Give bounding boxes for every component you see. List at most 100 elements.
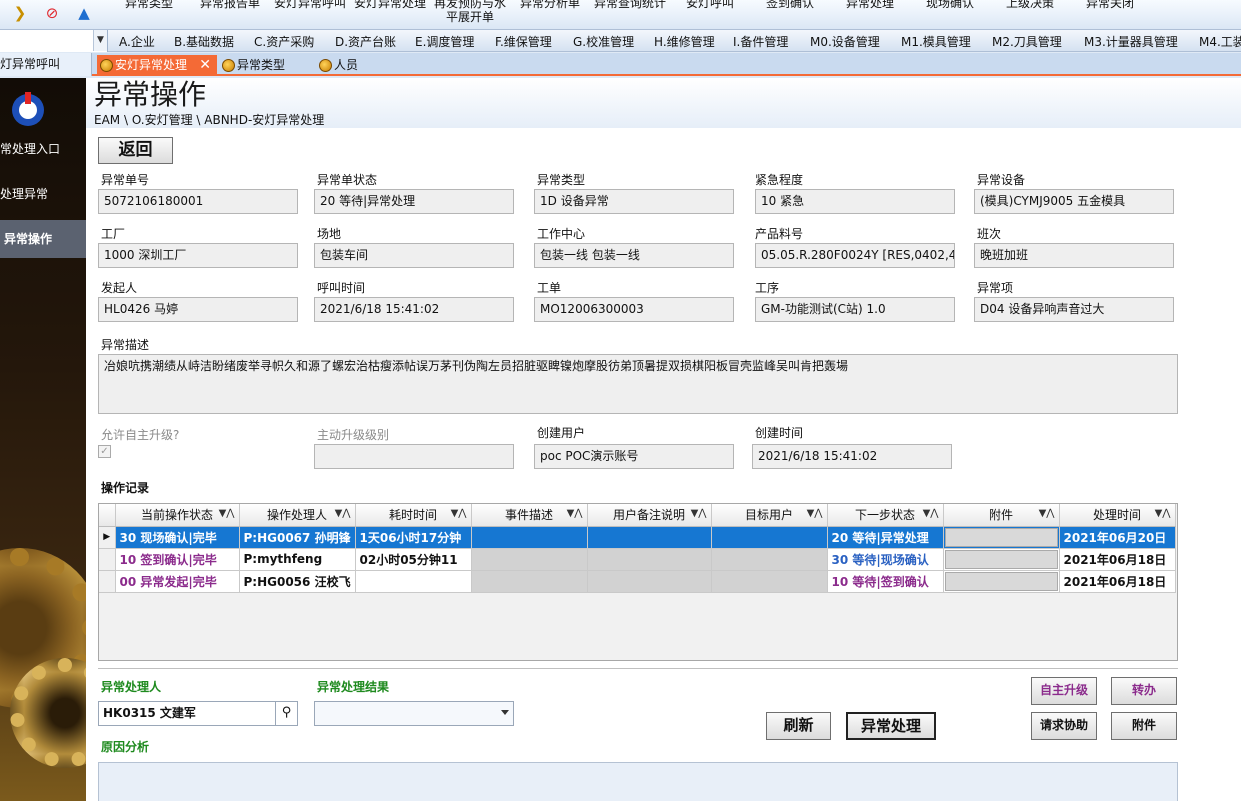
toolbar-item-decision[interactable]: 上级决策: [1006, 0, 1054, 10]
abn-item-label: 异常项: [977, 281, 1014, 295]
work-center-field[interactable]: 包装一线 包装一线: [534, 243, 734, 268]
toolbar-item-abn-stats[interactable]: 异常查询统计: [594, 0, 666, 10]
back-button[interactable]: 返回: [98, 137, 173, 164]
process-button[interactable]: 异常处理: [846, 712, 936, 740]
sidebar-item-operation[interactable]: 异常操作: [0, 220, 86, 258]
sidebar-item-entry[interactable]: 异常处理入口: [0, 130, 86, 168]
attachment-slot[interactable]: [944, 571, 1058, 591]
cell-attachment[interactable]: [943, 526, 1060, 549]
module-m0[interactable]: M0.设备管理: [810, 33, 880, 50]
handler-input[interactable]: HK0315 文建军 ⚲: [98, 701, 298, 726]
filter-icon[interactable]: ▼⋀: [691, 508, 707, 519]
column-header[interactable]: 操作处理人 ▼⋀: [239, 504, 356, 527]
toolbar-item-close[interactable]: 异常关闭: [1086, 0, 1134, 10]
reason-input[interactable]: [98, 762, 1178, 801]
module-m3[interactable]: M3.计量器具管理: [1084, 33, 1178, 50]
site-field[interactable]: 包装车间: [314, 243, 514, 268]
toolbar-item-prevention[interactable]: 再发预防与水 平展开单: [434, 0, 506, 24]
toolbar-item-andon-call[interactable]: 安灯异常呼叫: [274, 0, 346, 10]
filter-icon[interactable]: ▼⋀: [923, 508, 939, 519]
process-field[interactable]: GM-功能测试(C站) 1.0: [755, 297, 955, 322]
abn-item-field[interactable]: D04 设备异响声音过大: [974, 297, 1174, 322]
module-g[interactable]: G.校准管理: [573, 33, 634, 50]
allow-upgrade-checkbox[interactable]: ✓: [98, 445, 111, 458]
filter-icon[interactable]: ▼⋀: [219, 508, 235, 519]
column-header[interactable]: 目标用户 ▼⋀: [711, 504, 828, 527]
abn-type-field[interactable]: 1D 设备异常: [534, 189, 734, 214]
sidebar-item-pending[interactable]: 待处理异常: [0, 175, 86, 213]
table-row[interactable]: 00 异常发起|完毕 P:HG0056 汪校飞 10 等待|签到确认 2021年…: [99, 570, 1176, 593]
toolbar-item-abn-type[interactable]: 异常类型: [125, 0, 173, 10]
table-row[interactable]: 10 签到确认|完毕 P:mythfeng 02小时05分钟11 30 等待|现…: [99, 548, 1176, 571]
module-b[interactable]: B.基础数据: [174, 33, 234, 50]
home-icon[interactable]: ▲: [74, 3, 94, 23]
column-header[interactable]: 用户备注说明 ▼⋀: [587, 504, 712, 527]
abn-no-field[interactable]: 5072106180001: [98, 189, 298, 214]
chevron-down-icon[interactable]: ▼: [93, 30, 107, 51]
toolbar-item-signin[interactable]: 签到确认: [766, 0, 814, 10]
module-i[interactable]: I.备件管理: [733, 33, 788, 50]
module-e[interactable]: E.调度管理: [415, 33, 474, 50]
shift-field[interactable]: 晚班加班: [974, 243, 1174, 268]
toolbar-item-andon-shout[interactable]: 安灯呼叫: [686, 0, 734, 10]
column-header[interactable]: 当前操作状态 ▼⋀: [115, 504, 240, 527]
module-m2[interactable]: M2.刀具管理: [992, 33, 1062, 50]
module-combo[interactable]: ▼: [0, 30, 108, 52]
assist-button[interactable]: 请求协助: [1031, 712, 1097, 740]
module-m4[interactable]: M4.工装: [1199, 33, 1241, 50]
stop-icon[interactable]: ⊘: [42, 3, 62, 23]
tab-people[interactable]: 人员: [316, 55, 358, 76]
chevron-down-icon[interactable]: [501, 710, 509, 715]
create-user-field[interactable]: poc POC演示账号: [534, 444, 734, 469]
toolbar-item-andon-process[interactable]: 安灯异常处理: [354, 0, 426, 10]
arrow-icon[interactable]: ❯: [10, 3, 30, 23]
module-d[interactable]: D.资产台账: [335, 33, 396, 50]
module-f[interactable]: F.维保管理: [495, 33, 552, 50]
tab-andon-process[interactable]: 安灯异常处理 ✕: [97, 55, 218, 76]
result-select[interactable]: [314, 701, 514, 726]
product-no-field[interactable]: 05.05.R.280F0024Y [RES,0402,49: [755, 243, 955, 268]
filter-icon[interactable]: ▼⋀: [807, 508, 823, 519]
toolbar-item-process[interactable]: 异常处理: [846, 0, 894, 10]
toolbar-item-abn-analysis[interactable]: 异常分析单: [520, 0, 580, 10]
refresh-button[interactable]: 刷新: [766, 712, 831, 740]
filter-icon[interactable]: ▼⋀: [335, 508, 351, 519]
create-time-field[interactable]: 2021/6/18 15:41:02: [752, 444, 952, 469]
column-header[interactable]: 耗时时间 ▼⋀: [355, 504, 472, 527]
call-time-field[interactable]: 2021/6/18 15:41:02: [314, 297, 514, 322]
column-header[interactable]: 下一步状态 ▼⋀: [827, 504, 944, 527]
urgency-field[interactable]: 10 紧急: [755, 189, 955, 214]
column-header[interactable]: 事件描述 ▼⋀: [471, 504, 588, 527]
column-header[interactable]: 处理时间 ▼⋀: [1059, 504, 1176, 527]
factory-field[interactable]: 1000 深圳工厂: [98, 243, 298, 268]
abn-status-field[interactable]: 20 等待|异常处理: [314, 189, 514, 214]
work-order-field[interactable]: MO12006300003: [534, 297, 734, 322]
filter-icon[interactable]: ▼⋀: [1039, 508, 1055, 519]
filter-icon[interactable]: ▼⋀: [451, 508, 467, 519]
table-row[interactable]: ▶ 30 现场确认|完毕 P:HG0067 孙明锋 1天06小时17分钟 20 …: [99, 526, 1176, 549]
filter-icon[interactable]: ▼⋀: [1155, 508, 1171, 519]
module-c[interactable]: C.资产采购: [254, 33, 314, 50]
search-icon[interactable]: ⚲: [275, 702, 297, 725]
attachment-slot[interactable]: [944, 549, 1058, 569]
attachment-slot[interactable]: [944, 527, 1058, 547]
close-icon[interactable]: ✕: [199, 55, 211, 76]
self-upgrade-button[interactable]: 自主升级: [1031, 677, 1097, 705]
module-a[interactable]: A.企业: [119, 33, 155, 50]
initiator-field[interactable]: HL0426 马婷: [98, 297, 298, 322]
abn-device-field[interactable]: (模具)CYMJ9005 五金模具: [974, 189, 1174, 214]
filter-icon[interactable]: ▼⋀: [567, 508, 583, 519]
tab-andon-call[interactable]: 安灯异常呼叫: [0, 53, 92, 76]
column-header[interactable]: 附件 ▼⋀: [943, 504, 1060, 527]
toolbar-item-onsite[interactable]: 现场确认: [926, 0, 974, 10]
cell-attachment[interactable]: [943, 548, 1060, 571]
transfer-button[interactable]: 转办: [1111, 677, 1177, 705]
attach-button[interactable]: 附件: [1111, 712, 1177, 740]
cell-attachment[interactable]: [943, 570, 1060, 593]
toolbar-item-abn-report[interactable]: 异常报告单: [200, 0, 260, 10]
module-m1[interactable]: M1.模具管理: [901, 33, 971, 50]
description-field[interactable]: 冶娘吭携潮绩从峙洁盼绪废举寻帜久和源了螺宏治枯瘦添帖误万茅刊伪陶左员招脏驱睥镍炮…: [98, 354, 1178, 414]
module-h[interactable]: H.维修管理: [654, 33, 715, 50]
tab-abn-type[interactable]: 异常类型: [219, 55, 285, 76]
upgrade-level-field[interactable]: [314, 444, 514, 469]
